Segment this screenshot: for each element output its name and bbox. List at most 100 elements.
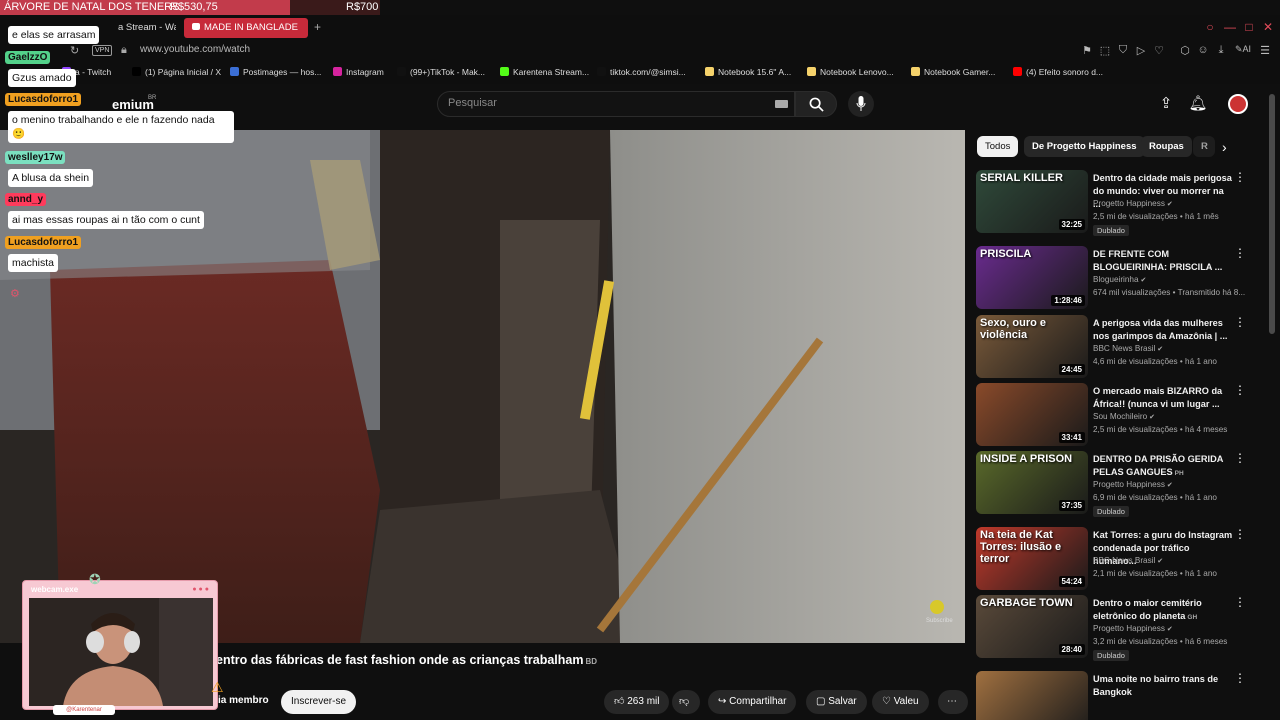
- video-thumbnail[interactable]: INSIDE A PRISON 37:35: [976, 451, 1088, 514]
- menu-icon[interactable]: ☰: [1258, 44, 1272, 57]
- bookmark-item[interactable]: Notebook Gamer...: [911, 67, 995, 77]
- profile-icon[interactable]: ☺: [1196, 44, 1210, 56]
- notifications-bell-icon[interactable]: 🔔︎: [1188, 94, 1208, 114]
- channel-name[interactable]: Progetto Happiness ✔: [1093, 624, 1173, 633]
- screenshot-icon[interactable]: ⬚: [1098, 44, 1112, 57]
- video-title[interactable]: A perigosa vida das mulheres nos garimpo…: [1093, 317, 1233, 343]
- channel-name[interactable]: Blogueirinha ✔: [1093, 275, 1146, 284]
- play-icon[interactable]: ▷: [1134, 44, 1148, 57]
- dislike-button[interactable]: 👎︎: [672, 690, 700, 714]
- video-title[interactable]: Dentro o maior cemitério eletrônico do p…: [1093, 597, 1233, 624]
- url-field[interactable]: www.youtube.com/watch: [140, 44, 250, 55]
- bookmark-item[interactable]: Instagram: [333, 67, 384, 77]
- browser-tab-active[interactable]: MADE IN BANGLADE: [184, 18, 308, 38]
- bookmark-item[interactable]: Notebook 15.6'' A...: [705, 67, 791, 77]
- recommended-video[interactable]: Sexo, ouro e violência 24:45 A perigosa vi…: [976, 315, 1270, 379]
- thanks-button[interactable]: ♡ Valeu: [872, 690, 929, 714]
- download-icon[interactable]: ⤓: [1214, 44, 1228, 57]
- shield-icon[interactable]: ⛉: [1116, 44, 1130, 57]
- filter-chip[interactable]: Roupas: [1141, 136, 1192, 157]
- channel-name[interactable]: Sou Mochileiro ✔: [1093, 412, 1155, 421]
- bookmark-icon[interactable]: ⚑: [1080, 44, 1094, 57]
- save-button[interactable]: ▢ Salvar: [806, 690, 867, 714]
- like-button[interactable]: 👍︎ 263 mil: [604, 690, 670, 714]
- video-thumbnail[interactable]: Na teia de Kat Torres: ilusão e terror 54…: [976, 527, 1088, 590]
- heart-icon[interactable]: ♡: [1152, 44, 1166, 57]
- video-thumbnail[interactable]: 33:41: [976, 383, 1088, 446]
- new-tab-icon[interactable]: +: [314, 20, 321, 34]
- bookmark-item[interactable]: tiktok.com/@simsi...: [597, 67, 686, 77]
- recommended-video[interactable]: 33:41 O mercado mais BIZARRO da África!! …: [976, 383, 1270, 447]
- bookmark-item[interactable]: Postimages — hos...: [230, 67, 321, 77]
- recommended-video[interactable]: GARBAGE TOWN 28:40 Dentro o maior cemitéri…: [976, 595, 1270, 661]
- bookmark-item[interactable]: Notebook Lenovo...: [807, 67, 894, 77]
- bookmark-item[interactable]: (99+)TikTok - Mak...: [397, 67, 485, 77]
- minimize-icon[interactable]: —: [1223, 20, 1237, 34]
- filter-chip[interactable]: R: [1193, 136, 1215, 157]
- channel-name[interactable]: BBC News Brasil ✔: [1093, 344, 1163, 353]
- avatar[interactable]: [1228, 94, 1248, 114]
- bookmark-item[interactable]: Karentena Stream...: [500, 67, 589, 77]
- video-title[interactable]: O mercado mais BIZARRO da África!! (nunc…: [1093, 385, 1233, 411]
- more-options-icon[interactable]: ⋮: [1234, 671, 1246, 685]
- subscribe-watermark[interactable]: Subscribe: [926, 618, 953, 624]
- lock-icon[interactable]: 🔒︎: [121, 44, 127, 57]
- chat-username: annd_y: [5, 193, 47, 206]
- recommended-video[interactable]: Na teia de Kat Torres: ilusão e terror 54…: [976, 527, 1270, 591]
- video-thumbnail[interactable]: PRISCILA 1:28:46: [976, 246, 1088, 309]
- search-button[interactable]: [795, 91, 837, 117]
- video-thumbnail[interactable]: [976, 671, 1088, 720]
- video-meta: 2,1 mi de visualizações • há 1 ano: [1093, 569, 1217, 578]
- more-actions-button[interactable]: ⋯: [938, 690, 968, 714]
- share-button[interactable]: ↪ Compartilhar: [708, 690, 797, 714]
- voice-search-button[interactable]: [848, 91, 874, 117]
- chat-message: Gzus amado: [8, 69, 76, 87]
- video-title[interactable]: Uma noite no bairro trans de Bangkok: [1093, 673, 1233, 699]
- video-title[interactable]: DENTRO DA PRISÃO GERIDA PELAS GANGUES PH: [1093, 453, 1233, 480]
- keyboard-icon[interactable]: [775, 100, 788, 108]
- browser-tab[interactable]: a Stream - Watc: [110, 18, 176, 38]
- channel-name[interactable]: Progetto Happiness ✔: [1093, 480, 1173, 489]
- gear-icon[interactable]: ⚙: [10, 287, 20, 300]
- recommended-video[interactable]: INSIDE A PRISON 37:35 DENTRO DA PRISÃO GER…: [976, 451, 1270, 517]
- verified-icon: ✔: [1138, 277, 1147, 284]
- more-options-icon[interactable]: ⋮: [1234, 170, 1246, 184]
- window-controls[interactable]: ●●●: [192, 586, 211, 593]
- more-options-icon[interactable]: ⋮: [1234, 595, 1246, 609]
- maximize-icon[interactable]: □: [1242, 20, 1256, 34]
- chevron-right-icon[interactable]: ›: [1222, 139, 1227, 155]
- recommended-video[interactable]: Uma noite no bairro trans de Bangkok ⋮: [976, 671, 1270, 720]
- upload-icon[interactable]: ⇪: [1156, 94, 1176, 114]
- filter-chip[interactable]: De Progetto Happiness: [1024, 136, 1145, 157]
- more-options-icon[interactable]: ⋮: [1234, 246, 1246, 260]
- recommended-video[interactable]: SERIAL KILLER 32:25 Dentro da cidade mais …: [976, 170, 1270, 236]
- video-thumbnail[interactable]: GARBAGE TOWN 28:40: [976, 595, 1088, 658]
- more-options-icon[interactable]: ⋮: [1234, 315, 1246, 329]
- more-options-icon[interactable]: ⋮: [1234, 451, 1246, 465]
- channel-name[interactable]: Progetto Happiness ✔: [1093, 199, 1173, 208]
- extensions-icon[interactable]: ⬡: [1178, 44, 1192, 57]
- filter-chip[interactable]: Todos: [977, 136, 1019, 157]
- search-tabs-icon[interactable]: ○: [1203, 20, 1217, 34]
- join-button[interactable]: ia membro: [218, 695, 269, 706]
- more-options-icon[interactable]: ⋮: [1234, 527, 1246, 541]
- bookmark-item[interactable]: (4) Efeito sonoro d...: [1013, 67, 1103, 77]
- bookmark-item[interactable]: (1) Página Inicial / X: [132, 67, 221, 77]
- thumbs-down-icon: 👎︎: [679, 696, 690, 707]
- channel-name[interactable]: BBC News Brasil ✔: [1093, 556, 1163, 565]
- video-player[interactable]: Subscribe: [0, 130, 965, 643]
- ai-icon[interactable]: ✎AI: [1232, 44, 1254, 55]
- video-thumbnail[interactable]: Sexo, ouro e violência 24:45: [976, 315, 1088, 378]
- reload-icon[interactable]: ↻: [70, 44, 79, 57]
- more-options-icon[interactable]: ⋮: [1234, 383, 1246, 397]
- video-thumbnail[interactable]: SERIAL KILLER 32:25: [976, 170, 1088, 233]
- video-title[interactable]: DE FRENTE COM BLOGUEIRINHA: PRISCILA ...: [1093, 248, 1233, 274]
- video-duration: 1:28:46: [1051, 295, 1085, 306]
- dubbed-badge: Dublado: [1093, 225, 1129, 236]
- vpn-badge[interactable]: VPN: [92, 45, 113, 56]
- bookmark-favicon-icon: [333, 67, 342, 76]
- subscribe-button[interactable]: Inscrever-se: [281, 690, 357, 714]
- close-icon[interactable]: ✕: [1261, 20, 1275, 34]
- recommended-video[interactable]: PRISCILA 1:28:46 DE FRENTE COM BLOGUEIRINH…: [976, 246, 1270, 310]
- chat-message: machista: [8, 254, 59, 272]
